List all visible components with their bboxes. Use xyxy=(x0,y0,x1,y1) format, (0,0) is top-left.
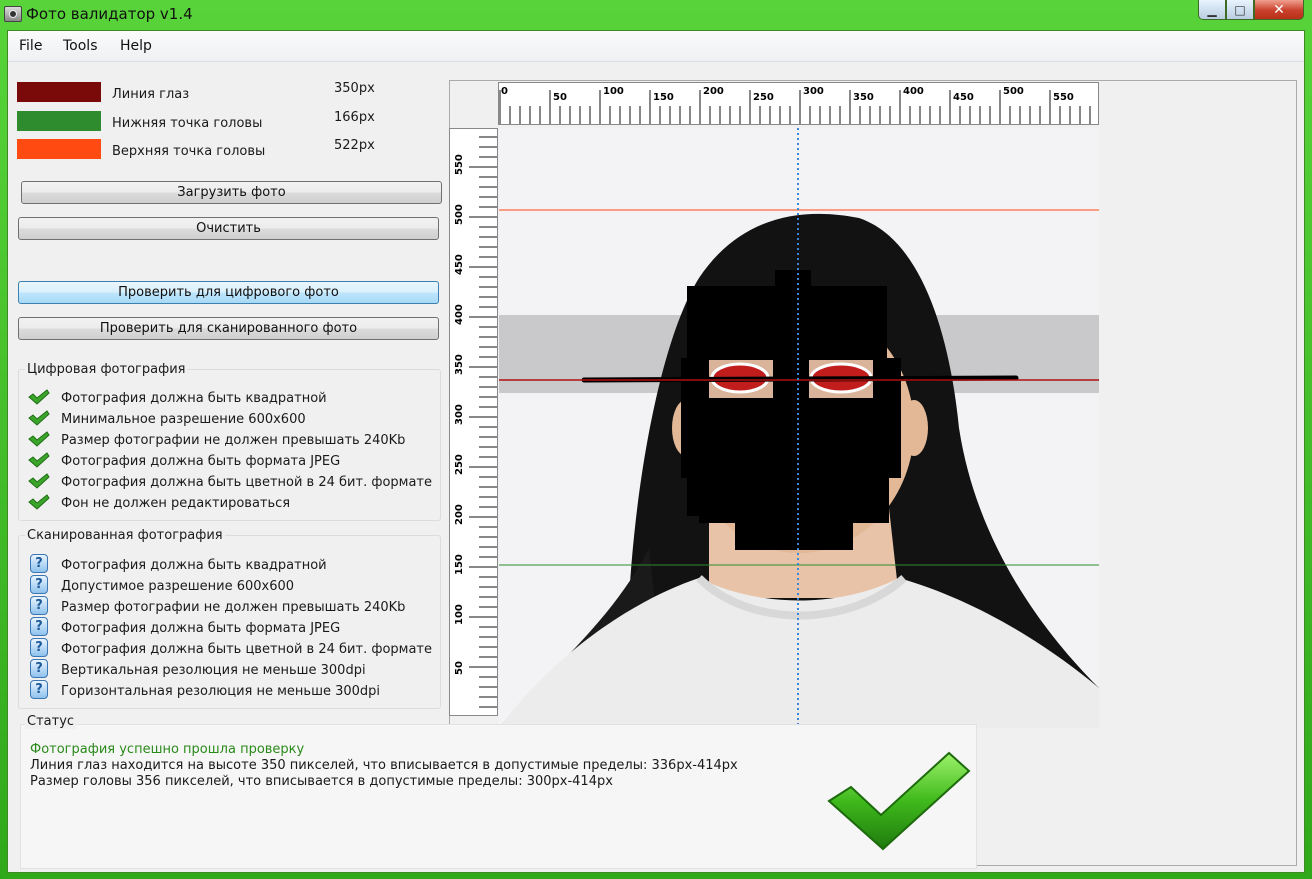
title-bar[interactable]: Фото валидатор v1.4 ▁ □ ✕ xyxy=(0,0,1312,30)
eye-line-swatch xyxy=(17,82,101,102)
status-eye-line: Линия глаз находится на высоте 350 пиксе… xyxy=(30,758,738,773)
ruler-label: 250 xyxy=(454,454,465,475)
scanned-item-text: Размер фотографии не должен превышать 24… xyxy=(61,600,406,615)
ruler-label: 200 xyxy=(703,86,724,97)
digital-item-text: Фотография должна быть формата JPEG xyxy=(61,454,341,469)
menu-help[interactable]: Help xyxy=(120,38,152,54)
check-icon xyxy=(28,410,50,426)
check-icon xyxy=(28,473,50,489)
legend-label: Верхняя точка головы xyxy=(112,144,266,159)
scanned-item-text: Допустимое разрешение 600x600 xyxy=(61,579,295,594)
minimize-button[interactable]: ▁ xyxy=(1198,0,1226,20)
clear-button[interactable]: Очистить xyxy=(18,217,439,240)
digital-item-text: Фотография должна быть квадратной xyxy=(61,391,327,406)
scanned-group-title: Сканированная фотография xyxy=(25,528,225,543)
ruler-label: 350 xyxy=(454,354,465,375)
ruler-label: 350 xyxy=(853,92,874,103)
status-success: Фотография успешно прошла проверку xyxy=(30,742,305,757)
question-icon: ? xyxy=(30,554,48,573)
status-panel: Фотография успешно прошла проверку Линия… xyxy=(20,724,977,869)
ruler-label: 50 xyxy=(454,661,465,675)
legend-value: 350px xyxy=(334,81,375,96)
check-icon xyxy=(28,431,50,447)
menu-tools[interactable]: Tools xyxy=(63,38,98,54)
ruler-label: 300 xyxy=(803,86,824,97)
app-window: Фото валидатор v1.4 ▁ □ ✕ File Tools Hel… xyxy=(0,0,1312,879)
window-title: Фото валидатор v1.4 xyxy=(26,5,193,23)
ruler-label: 150 xyxy=(454,554,465,575)
question-icon: ? xyxy=(30,659,48,678)
question-icon: ? xyxy=(30,575,48,594)
head-bottom-swatch xyxy=(17,111,101,131)
ruler-label: 100 xyxy=(454,604,465,625)
question-icon: ? xyxy=(30,680,48,699)
horizontal-ruler-ticks: 050100150200250300350400450500550600 xyxy=(499,86,1091,124)
close-button[interactable]: ✕ xyxy=(1254,0,1304,20)
ruler-label: 150 xyxy=(653,92,674,103)
ruler-label: 400 xyxy=(903,86,924,97)
ruler-label: 0 xyxy=(501,86,508,97)
status-title: Статус xyxy=(25,714,77,729)
load-photo-button[interactable]: Загрузить фото xyxy=(21,181,442,204)
question-icon: ? xyxy=(30,638,48,657)
photo-preview xyxy=(499,128,1099,728)
scanned-item-text: Горизонтальная резолюция не меньше 300dp… xyxy=(61,684,381,699)
check-scanned-button[interactable]: Проверить для сканированного фото xyxy=(18,317,439,340)
maximize-button[interactable]: □ xyxy=(1226,0,1254,20)
ruler-label: 550 xyxy=(454,154,465,175)
status-head-size: Размер головы 356 пикселей, что вписывае… xyxy=(30,774,613,789)
scanned-item-text: Фотография должна быть цветной в 24 бит.… xyxy=(61,642,432,657)
legend-label: Линия глаз xyxy=(112,87,190,102)
horizontal-ruler: 050100150200250300350400450500550600 xyxy=(498,82,1099,125)
ruler-label: 400 xyxy=(454,304,465,325)
ruler-label: 500 xyxy=(454,204,465,225)
digital-item-text: Размер фотографии не должен превышать 24… xyxy=(61,433,406,448)
legend-value: 522px xyxy=(334,138,375,153)
vertical-ruler-ticks: 50100150200250300350400450500550600 xyxy=(454,136,497,708)
scanned-item-text: Фотография должна быть квадратной xyxy=(61,558,327,573)
camera-icon xyxy=(4,6,22,22)
legend-label: Нижняя точка головы xyxy=(112,116,263,131)
question-icon: ? xyxy=(30,596,48,615)
ruler-label: 250 xyxy=(753,92,774,103)
ruler-label: 450 xyxy=(454,254,465,275)
digital-item-text: Минимальное разрешение 600x600 xyxy=(61,412,306,427)
scanned-item-text: Вертикальная резолюция не меньше 300dpi xyxy=(61,663,366,678)
digital-item-text: Фотография должна быть цветной в 24 бит.… xyxy=(61,475,432,490)
client-area: File Tools Help Линия глаз 350px Нижняя … xyxy=(7,30,1305,873)
photo-image xyxy=(499,128,1099,728)
ruler-label: 500 xyxy=(1003,86,1024,97)
check-icon xyxy=(28,389,50,405)
success-check-icon xyxy=(827,751,971,851)
menu-bar: File Tools Help xyxy=(8,31,1304,62)
digital-item-text: Фон не должен редактироваться xyxy=(61,496,291,511)
ruler-label: 300 xyxy=(454,404,465,425)
vertical-ruler: 50100150200250300350400450500550600 xyxy=(449,128,498,716)
ruler-label: 50 xyxy=(553,92,567,103)
check-icon xyxy=(28,494,50,510)
ruler-label: 550 xyxy=(1053,92,1074,103)
digital-group-title: Цифровая фотография xyxy=(25,362,188,377)
head-top-swatch xyxy=(17,139,101,159)
check-icon xyxy=(28,452,50,468)
ruler-label: 100 xyxy=(603,86,624,97)
scanned-item-text: Фотография должна быть формата JPEG xyxy=(61,621,341,636)
face-mask xyxy=(681,270,901,550)
legend-value: 166px xyxy=(334,110,375,125)
question-icon: ? xyxy=(30,617,48,636)
check-digital-button[interactable]: Проверить для цифрового фото xyxy=(18,281,439,304)
ruler-label: 450 xyxy=(953,92,974,103)
menu-file[interactable]: File xyxy=(19,38,42,54)
ruler-label: 200 xyxy=(454,504,465,525)
